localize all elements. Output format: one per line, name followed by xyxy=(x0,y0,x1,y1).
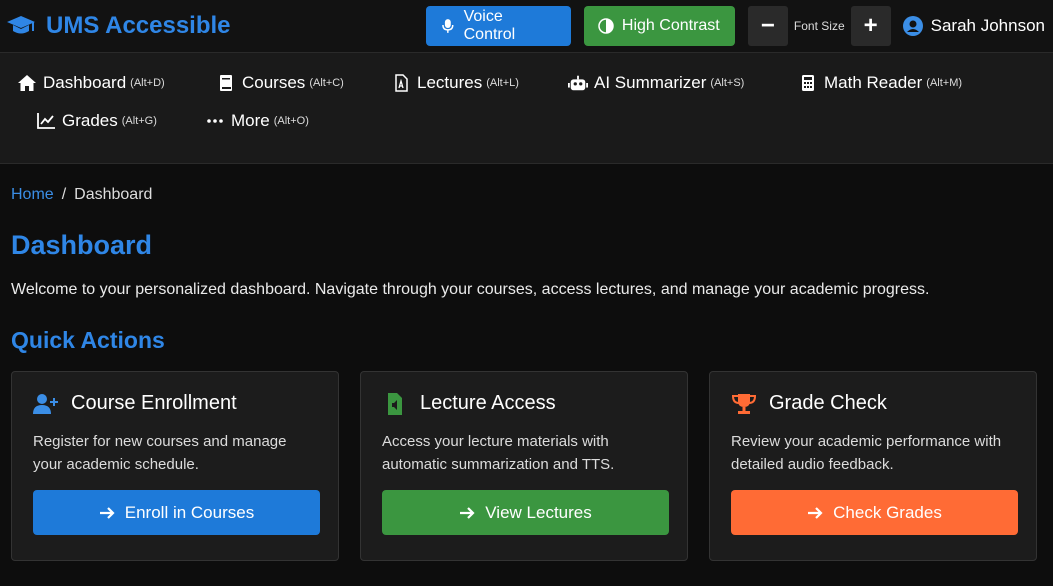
nav-label: Math Reader xyxy=(824,73,923,92)
nav-shortcut: (Alt+M) xyxy=(926,77,963,89)
calculator-icon xyxy=(802,75,814,91)
robot-icon xyxy=(568,75,588,91)
nav-more[interactable]: More (Alt+O) xyxy=(205,111,309,131)
check-grades-button[interactable]: Check Grades xyxy=(731,490,1018,535)
button-label: Check Grades xyxy=(833,502,942,522)
card-description: Access your lecture materials with autom… xyxy=(382,433,615,473)
font-size-control: − Font Size + xyxy=(747,6,891,46)
voice-control-button[interactable]: Voice Control xyxy=(425,6,571,46)
voice-control-label: Voice Control xyxy=(463,8,516,43)
card-title: Course Enrollment xyxy=(71,392,237,414)
card-course-enrollment: Course Enrollment Register for new cours… xyxy=(11,371,339,561)
breadcrumb-current: Dashboard xyxy=(74,186,153,203)
breadcrumb-home-link[interactable]: Home xyxy=(11,186,54,204)
arrow-right-icon xyxy=(99,506,115,519)
home-icon xyxy=(18,75,36,91)
breadcrumb: Home / Dashboard xyxy=(11,186,1042,204)
microphone-icon xyxy=(442,19,454,33)
card-title: Lecture Access xyxy=(420,392,556,414)
font-decrease-button[interactable]: − xyxy=(747,6,788,46)
main-content: Home / Dashboard Dashboard Welcome to yo… xyxy=(0,186,1053,561)
nav-lectures[interactable]: Lectures (Alt+L) xyxy=(391,73,519,93)
nav-grades[interactable]: Grades (Alt+G) xyxy=(36,111,157,131)
pdf-file-icon xyxy=(395,74,408,92)
user-plus-icon xyxy=(33,393,58,414)
card-description: Register for new courses and manage your… xyxy=(33,433,287,473)
audio-file-icon xyxy=(388,392,402,415)
nav-shortcut: (Alt+C) xyxy=(309,77,344,89)
welcome-text: Welcome to your personalized dashboard. … xyxy=(11,281,930,298)
trophy-icon xyxy=(731,393,757,414)
section-title: Quick Actions xyxy=(11,327,165,353)
nav-shortcut: (Alt+G) xyxy=(121,115,157,127)
ellipsis-icon xyxy=(207,119,223,123)
nav-label: AI Summarizer xyxy=(594,73,707,92)
user-circle-icon xyxy=(902,16,923,36)
high-contrast-label: High Contrast xyxy=(621,17,720,34)
arrow-right-icon xyxy=(460,506,475,519)
breadcrumb-separator: / xyxy=(61,186,67,203)
main-nav: Dashboard (Alt+D) Courses (Alt+C) Lectur… xyxy=(0,52,1053,164)
nav-label: Grades xyxy=(62,111,118,130)
graduation-cap-icon xyxy=(7,16,35,34)
nav-shortcut: (Alt+S) xyxy=(710,77,745,89)
app-title: UMS Accessible xyxy=(46,12,231,39)
font-size-label: Font Size xyxy=(793,19,845,33)
nav-label: More xyxy=(231,111,270,130)
user-name: Sarah Johnson xyxy=(930,16,1045,35)
nav-label: Lectures xyxy=(417,73,483,92)
view-lectures-button[interactable]: View Lectures xyxy=(382,490,669,535)
font-increase-button[interactable]: + xyxy=(850,6,891,46)
top-bar: UMS Accessible Voice Control High Contra… xyxy=(0,0,1053,52)
brand[interactable]: UMS Accessible xyxy=(6,12,231,40)
book-icon xyxy=(220,75,232,91)
contrast-icon xyxy=(598,18,614,34)
nav-shortcut: (Alt+L) xyxy=(486,77,519,89)
card-lecture-access: Lecture Access Access your lecture mater… xyxy=(360,371,688,561)
nav-shortcut: (Alt+O) xyxy=(273,115,309,127)
quick-actions: Course Enrollment Register for new cours… xyxy=(11,371,1042,561)
nav-label: Dashboard xyxy=(43,73,127,92)
high-contrast-button[interactable]: High Contrast xyxy=(583,6,735,46)
line-chart-icon xyxy=(37,113,55,129)
card-grade-check: Grade Check Review your academic perform… xyxy=(709,371,1037,561)
nav-math-reader[interactable]: Math Reader (Alt+M) xyxy=(798,73,962,93)
card-description: Review your academic performance with de… xyxy=(731,433,1002,473)
nav-label: Courses xyxy=(242,73,306,92)
card-title: Grade Check xyxy=(769,392,887,414)
enroll-button[interactable]: Enroll in Courses xyxy=(33,490,320,535)
arrow-right-icon xyxy=(808,506,823,519)
user-menu[interactable]: Sarah Johnson xyxy=(902,16,1045,36)
nav-dashboard[interactable]: Dashboard (Alt+D) xyxy=(17,73,165,93)
nav-courses[interactable]: Courses (Alt+C) xyxy=(216,73,344,93)
button-label: Enroll in Courses xyxy=(124,502,255,522)
button-label: View Lectures xyxy=(485,502,592,522)
nav-shortcut: (Alt+D) xyxy=(130,77,165,89)
page-title: Dashboard xyxy=(11,230,153,260)
nav-ai-summarizer[interactable]: AI Summarizer (Alt+S) xyxy=(568,73,744,93)
